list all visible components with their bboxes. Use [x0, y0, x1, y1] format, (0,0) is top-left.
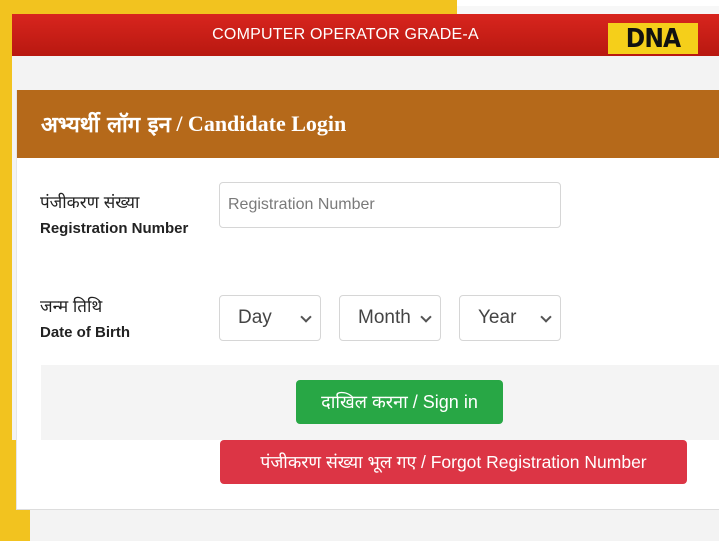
forgot-registration-button[interactable]: पंजीकरण संख्या भूल गए / Forgot Registrat… — [220, 440, 687, 484]
exam-title: COMPUTER OPERATOR GRADE-A — [212, 26, 479, 43]
yellow-frame-top — [0, 0, 457, 14]
chevron-down-icon — [300, 311, 312, 323]
login-card-header: अभ्यर्थी लॉग इन / Candidate Login — [17, 90, 719, 158]
registration-label-english: Registration Number — [40, 220, 189, 237]
dob-month-select[interactable]: Month — [339, 295, 441, 341]
dob-month-value: Month — [358, 307, 411, 328]
registration-label: पंजीकरण संख्या Registration Number — [40, 190, 200, 242]
chevron-down-icon — [540, 311, 552, 323]
dob-day-select[interactable]: Day — [219, 295, 321, 341]
registration-number-input[interactable] — [219, 182, 561, 228]
dob-label-hindi: जन्म तिथि — [40, 297, 103, 316]
registration-label-hindi: पंजीकरण संख्या — [40, 193, 140, 212]
dob-day-value: Day — [238, 307, 272, 328]
white-strip — [457, 0, 719, 6]
sign-in-button[interactable]: दाखिल करना / Sign in — [296, 380, 503, 424]
dob-label-english: Date of Birth — [40, 324, 130, 341]
login-card: अभ्यर्थी लॉग इन / Candidate Login पंजीकर… — [16, 90, 719, 510]
dob-year-value: Year — [478, 307, 517, 328]
dob-year-select[interactable]: Year — [459, 295, 561, 341]
dna-logo: DNA — [608, 23, 698, 54]
chevron-down-icon — [420, 311, 432, 323]
login-title-english: / Candidate Login — [170, 111, 347, 136]
login-title-hindi: अभ्यर्थी लॉग इन — [41, 113, 171, 138]
exam-header-bar: COMPUTER OPERATOR GRADE-A DNA — [12, 14, 719, 56]
dob-label: जन्म तिथि Date of Birth — [40, 294, 200, 346]
